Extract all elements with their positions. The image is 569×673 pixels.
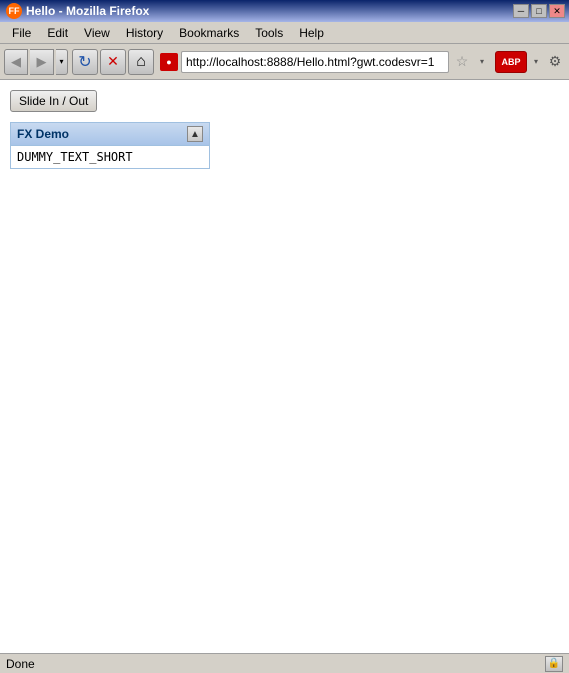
- title-bar-left: FF Hello - Mozilla Firefox: [6, 3, 149, 19]
- nav-dropdown-button[interactable]: ▾: [56, 49, 68, 75]
- menu-bar: File Edit View History Bookmarks Tools H…: [0, 22, 569, 44]
- site-favicon: ●: [160, 53, 178, 71]
- maximize-button[interactable]: □: [531, 4, 547, 18]
- menu-file[interactable]: File: [4, 24, 39, 42]
- fx-panel-title: FX Demo: [17, 127, 69, 141]
- toolbar: ◀ ▶ ▾ ↻ ✕ ⌂ ● ☆ ▾ ABP ▾ ⚙: [0, 44, 569, 80]
- fx-panel-body: DUMMY_TEXT_SHORT: [11, 146, 209, 168]
- menu-history[interactable]: History: [118, 24, 171, 42]
- forward-button[interactable]: ▶: [30, 49, 54, 75]
- adblock-button[interactable]: ABP: [495, 51, 527, 73]
- bookmark-star-button[interactable]: ☆: [452, 52, 472, 72]
- status-text: Done: [6, 657, 35, 671]
- url-input[interactable]: [181, 51, 449, 73]
- minimize-button[interactable]: ─: [513, 4, 529, 18]
- back-button[interactable]: ◀: [4, 49, 28, 75]
- fx-demo-panel: FX Demo ▲ DUMMY_TEXT_SHORT: [10, 122, 210, 169]
- url-bar-container: ● ☆ ▾: [160, 51, 489, 73]
- slide-button[interactable]: Slide In / Out: [10, 90, 97, 112]
- abp-dropdown-button[interactable]: ▾: [529, 52, 543, 72]
- fx-panel-header: FX Demo ▲: [11, 123, 209, 146]
- close-button[interactable]: ✕: [549, 4, 565, 18]
- menu-tools[interactable]: Tools: [247, 24, 291, 42]
- stop-button[interactable]: ✕: [100, 49, 126, 75]
- gear-button[interactable]: ⚙: [545, 52, 565, 72]
- menu-view[interactable]: View: [76, 24, 118, 42]
- title-bar: FF Hello - Mozilla Firefox ─ □ ✕: [0, 0, 569, 22]
- security-icon: 🔒: [545, 656, 563, 672]
- window-title: Hello - Mozilla Firefox: [26, 4, 149, 18]
- menu-bookmarks[interactable]: Bookmarks: [171, 24, 247, 42]
- window-controls: ─ □ ✕: [513, 4, 565, 18]
- firefox-icon: FF: [6, 3, 22, 19]
- reload-button[interactable]: ↻: [72, 49, 98, 75]
- menu-help[interactable]: Help: [291, 24, 332, 42]
- menu-edit[interactable]: Edit: [39, 24, 76, 42]
- url-dropdown-button[interactable]: ▾: [475, 52, 489, 72]
- home-button[interactable]: ⌂: [128, 49, 154, 75]
- status-bar: Done 🔒: [0, 653, 569, 673]
- page-content: Slide In / Out FX Demo ▲ DUMMY_TEXT_SHOR…: [0, 80, 569, 653]
- fx-panel-text: DUMMY_TEXT_SHORT: [17, 150, 133, 164]
- fx-panel-scroll-button[interactable]: ▲: [187, 126, 203, 142]
